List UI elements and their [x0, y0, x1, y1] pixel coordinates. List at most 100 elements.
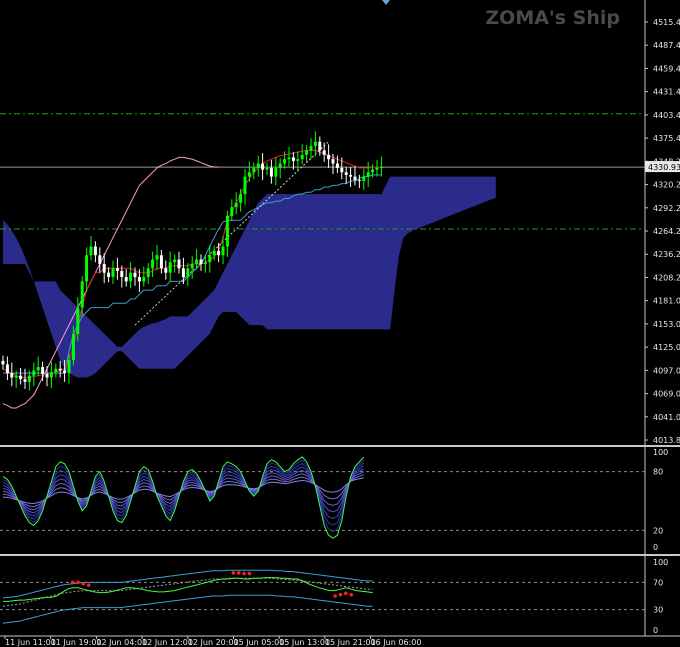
signal-dot	[236, 571, 241, 575]
oscillator-tick-label: 0	[653, 626, 658, 635]
candle-body	[300, 154, 304, 160]
candle-body	[357, 180, 361, 182]
candle-body	[362, 176, 366, 181]
candle-body	[49, 372, 53, 378]
candle-body	[159, 255, 163, 269]
candle-body	[313, 141, 317, 147]
signal-dot	[86, 583, 91, 587]
price-tick-label: 4041.00	[653, 413, 680, 422]
time-tick-label: 12 Jun 12:00	[142, 638, 193, 647]
price-tick-label: 4208.20	[653, 273, 680, 282]
candle-body	[63, 370, 67, 374]
watermark-title: ZOMA's Ship	[485, 7, 620, 29]
candle-body	[27, 375, 31, 382]
candle-body	[230, 207, 234, 216]
candle-body	[54, 368, 58, 373]
candle-body	[340, 167, 344, 173]
price-tick-label: 4013.80	[653, 436, 680, 445]
candle-body	[1, 360, 5, 365]
candle-body	[379, 167, 383, 169]
candle-body	[203, 262, 207, 264]
candle-body	[375, 167, 379, 170]
candle-body	[146, 268, 150, 278]
signal-dot	[344, 591, 348, 596]
candle-body	[243, 176, 247, 195]
candle-body	[234, 202, 238, 208]
candle-body	[331, 159, 335, 164]
candle-body	[19, 375, 23, 380]
candle-body	[93, 246, 97, 256]
time-tick-label: 15 Jun 05:00	[234, 638, 285, 647]
candle-body	[269, 167, 273, 177]
price-tick-label: 4431.40	[653, 88, 680, 97]
candle-body	[309, 146, 313, 151]
signal-dot	[242, 571, 246, 576]
candle-body	[120, 270, 124, 278]
oscillator-tick-label: 100	[653, 448, 668, 457]
candle-body	[133, 272, 137, 278]
candle-body	[164, 268, 168, 273]
price-tick-label: 4459.40	[653, 64, 680, 73]
candle-body	[67, 359, 71, 374]
candle-body	[349, 174, 353, 177]
oscillator-tick-label: 80	[653, 468, 663, 477]
candle-body	[256, 163, 260, 168]
price-tick-label: 4069.00	[653, 390, 680, 399]
candle-body	[45, 373, 49, 378]
time-tick-label: 12 Jun 04:00	[96, 638, 147, 647]
price-tick-label: 4153.00	[653, 320, 680, 329]
candle-body	[318, 141, 322, 151]
candle-body	[212, 250, 216, 256]
candle-body	[283, 159, 287, 164]
candle-body	[137, 277, 141, 282]
price-tick-label: 4097.00	[653, 366, 680, 375]
candle-body	[278, 163, 282, 168]
candle-body	[344, 172, 348, 175]
time-tick-label: 11 Jun 11:00	[5, 638, 56, 647]
price-tick-label: 4515.40	[653, 18, 680, 27]
candle-body	[287, 157, 291, 160]
candle-body	[208, 255, 212, 263]
candle-body	[107, 272, 111, 278]
candle-body	[247, 172, 251, 177]
oscillator-tick-label: 100	[653, 558, 668, 567]
candle-body	[239, 194, 243, 203]
candle-body	[305, 150, 309, 155]
candle-body	[181, 268, 185, 278]
candle-body	[36, 366, 40, 371]
price-tick-label: 4181.00	[653, 297, 680, 306]
candle-body	[142, 277, 146, 282]
candle-body	[111, 268, 115, 278]
candle-body	[177, 259, 181, 269]
candle-body	[353, 176, 357, 181]
price-tick-label: 4292.20	[653, 204, 680, 213]
candle-body	[252, 167, 256, 173]
candle-body	[151, 259, 155, 269]
candle-body	[115, 268, 119, 271]
oscillator-tick-label: 70	[653, 578, 663, 587]
signal-dot	[70, 580, 75, 585]
candle-body	[190, 263, 194, 269]
price-tick-label: 4236.20	[653, 250, 680, 259]
candle-body	[155, 255, 159, 260]
trading-chart[interactable]: ZOMA's Ship 4515.40 4487.40 4459.40 4431.40…	[0, 0, 680, 647]
candle-body	[124, 277, 128, 282]
candle-body	[173, 259, 177, 263]
candle-body	[366, 172, 370, 177]
signal-dot	[81, 581, 86, 586]
candle-body	[371, 169, 375, 173]
candle-body	[261, 163, 265, 170]
candle-body	[217, 250, 221, 256]
time-tick-label: 12 Jun 20:00	[188, 638, 239, 647]
time-tick-label: 16 Jun 06:00	[371, 638, 422, 647]
price-tick-label: 4487.40	[653, 41, 680, 50]
candle-body	[168, 262, 172, 273]
price-tick-label: 4125.00	[653, 343, 680, 352]
oscillator-tick-label: 20	[653, 526, 663, 535]
signal-dot	[76, 580, 80, 585]
time-axis: 11 Jun 11:0011 Jun 19:0012 Jun 04:0012 J…	[4, 636, 422, 647]
signal-dot	[247, 571, 252, 576]
candle-body	[129, 272, 133, 282]
candle-body	[85, 255, 89, 282]
signal-dot	[231, 571, 236, 575]
